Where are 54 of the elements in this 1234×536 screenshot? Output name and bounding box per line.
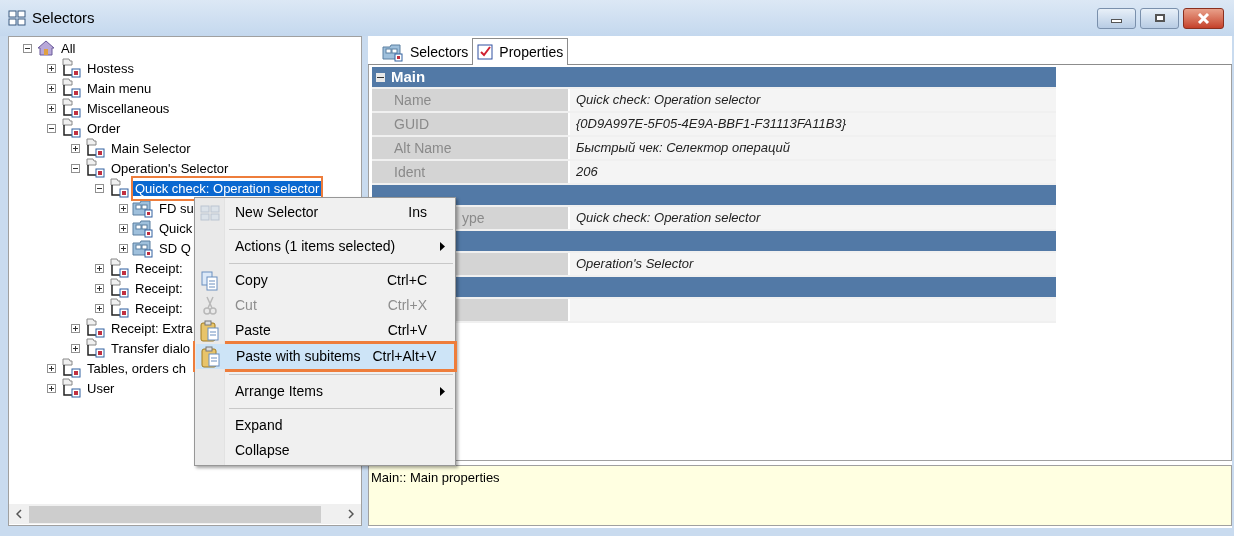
tree-item[interactable]: SD Q	[157, 240, 193, 256]
tree-item[interactable]: Tables, orders ch	[85, 360, 188, 376]
description-text: Main:: Main properties	[371, 470, 500, 485]
section-title: Main	[391, 66, 426, 87]
menu-item[interactable]: Arrange Items	[195, 379, 455, 404]
tree-item[interactable]: Receipt:	[133, 260, 185, 276]
menu-item[interactable]: Expand	[195, 413, 455, 438]
tree-item[interactable]: Main Selector	[109, 140, 193, 156]
property-value-cell: {0D9A997E-5F05-4E9A-BBF1-F31113FA11B3}	[570, 113, 1056, 135]
tree-item[interactable]: Receipt:	[133, 300, 185, 316]
property-value-cell: Быстрый чек: Селектор операций	[570, 137, 1056, 159]
tree-item[interactable]: Order	[85, 120, 123, 136]
property-value-cell: Quick check: Operation selector	[570, 207, 1056, 229]
shortcut-label: Ctrl+X	[387, 296, 427, 315]
tab[interactable]: Selectors	[378, 40, 473, 64]
menu-item-label: New Selector	[235, 203, 319, 222]
property-value-cell: 206	[570, 161, 1056, 183]
tree-item[interactable]: All	[59, 40, 78, 56]
menu-item-label: Copy	[235, 271, 268, 290]
menu-item[interactable]: Copy Ctrl+C	[195, 268, 455, 293]
property-name-cell: Name	[372, 89, 568, 111]
menu-item-label: Cut	[235, 296, 257, 315]
menu-item-label: Expand	[235, 416, 283, 435]
shortcut-label: Ctrl+V	[387, 321, 427, 340]
tab[interactable]: Properties	[472, 38, 569, 65]
tree-item[interactable]: FD su	[157, 200, 196, 216]
menu-item-label: Paste	[235, 321, 271, 340]
window-title: Selectors	[32, 7, 95, 28]
property-name-cell: Alt Name	[372, 137, 568, 159]
menu-item[interactable]: Actions (1 items selected)	[195, 234, 455, 259]
property-name-cell: GUID	[372, 113, 568, 135]
menu-item[interactable]: Paste with subitems Ctrl+Alt+V	[196, 344, 454, 369]
property-value-cell: Operation's Selector	[570, 253, 1056, 275]
tree-item[interactable]: Receipt: Extra	[109, 320, 195, 336]
property-value-cell: Quick check: Operation selector	[570, 89, 1056, 111]
menu-item-label: Arrange Items	[235, 382, 323, 401]
tree-item[interactable]: Quick	[157, 220, 195, 236]
tree-item[interactable]: Operation's Selector	[109, 160, 231, 176]
property-name-cell: Ident	[372, 161, 568, 183]
section-header[interactable]: Main	[372, 67, 1056, 89]
tree-item[interactable]: Main menu	[85, 80, 154, 96]
tree-item[interactable]: Receipt:	[133, 280, 185, 296]
tree-item[interactable]: Transfer dialo	[109, 340, 192, 356]
shortcut-label: Ctrl+Alt+V	[372, 347, 437, 366]
tree-item[interactable]: Quick check: Operation selector	[133, 180, 322, 196]
tree-item[interactable]: Miscellaneous	[85, 100, 172, 116]
menu-item[interactable]: Collapse	[195, 438, 455, 463]
tree-item[interactable]: Hostess	[85, 60, 136, 76]
menu-item-label: Actions (1 items selected)	[235, 237, 396, 256]
menu-item-label: Collapse	[235, 441, 290, 460]
menu-item-label: Paste with subitems	[236, 347, 361, 366]
menu-item[interactable]: Paste Ctrl+V	[195, 318, 455, 343]
shortcut-label: Ctrl+C	[386, 271, 427, 290]
tree-item[interactable]: User	[85, 380, 117, 396]
